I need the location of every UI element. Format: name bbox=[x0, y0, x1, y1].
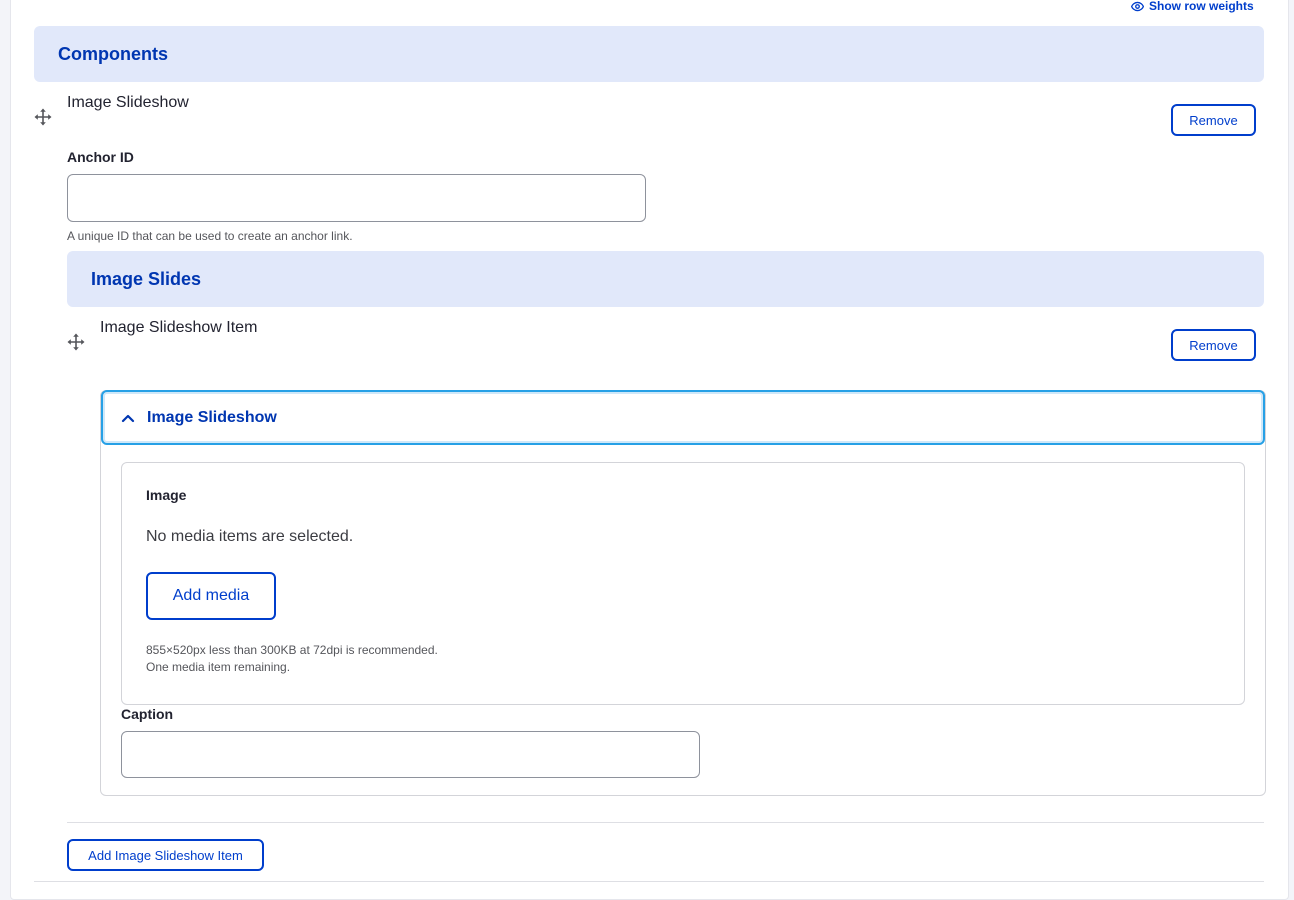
add-media-button[interactable]: Add media bbox=[146, 572, 276, 620]
component-item-title: Image Slideshow bbox=[67, 94, 189, 111]
image-help-recommendation: 855×520px less than 300KB at 72dpi is re… bbox=[146, 643, 438, 657]
image-slides-title: Image Slides bbox=[91, 268, 202, 289]
caption-input[interactable] bbox=[121, 731, 700, 778]
image-slides-heading: Image Slides bbox=[67, 251, 1264, 307]
drag-handle-icon[interactable] bbox=[67, 333, 85, 351]
components-heading: Components bbox=[34, 26, 1264, 82]
divider bbox=[67, 822, 1264, 823]
drag-handle-icon[interactable] bbox=[34, 108, 52, 126]
divider bbox=[34, 881, 1264, 882]
image-label: Image bbox=[146, 487, 187, 503]
eye-icon bbox=[1131, 1, 1144, 11]
slideshow-details-summary[interactable]: Image Slideshow bbox=[101, 390, 1265, 445]
add-slideshow-item-button[interactable]: Add Image Slideshow Item bbox=[67, 839, 264, 871]
slide-item-title: Image Slideshow Item bbox=[100, 319, 258, 336]
caption-label: Caption bbox=[121, 706, 174, 722]
remove-slide-button[interactable]: Remove bbox=[1171, 329, 1256, 361]
image-help-remaining: One media item remaining. bbox=[146, 660, 291, 674]
anchor-id-description: A unique ID that can be used to create a… bbox=[67, 229, 353, 243]
anchor-id-label: Anchor ID bbox=[67, 149, 134, 165]
components-title: Components bbox=[58, 43, 168, 64]
remove-component-button[interactable]: Remove bbox=[1171, 104, 1256, 136]
show-row-weights-label: Show row weights bbox=[1149, 0, 1254, 13]
anchor-id-input[interactable] bbox=[67, 174, 646, 222]
slideshow-details-summary-label: Image Slideshow bbox=[147, 408, 277, 426]
show-row-weights-link[interactable]: Show row weights bbox=[1131, 0, 1254, 13]
chevron-up-icon bbox=[121, 414, 135, 422]
no-media-text: No media items are selected. bbox=[146, 528, 354, 545]
